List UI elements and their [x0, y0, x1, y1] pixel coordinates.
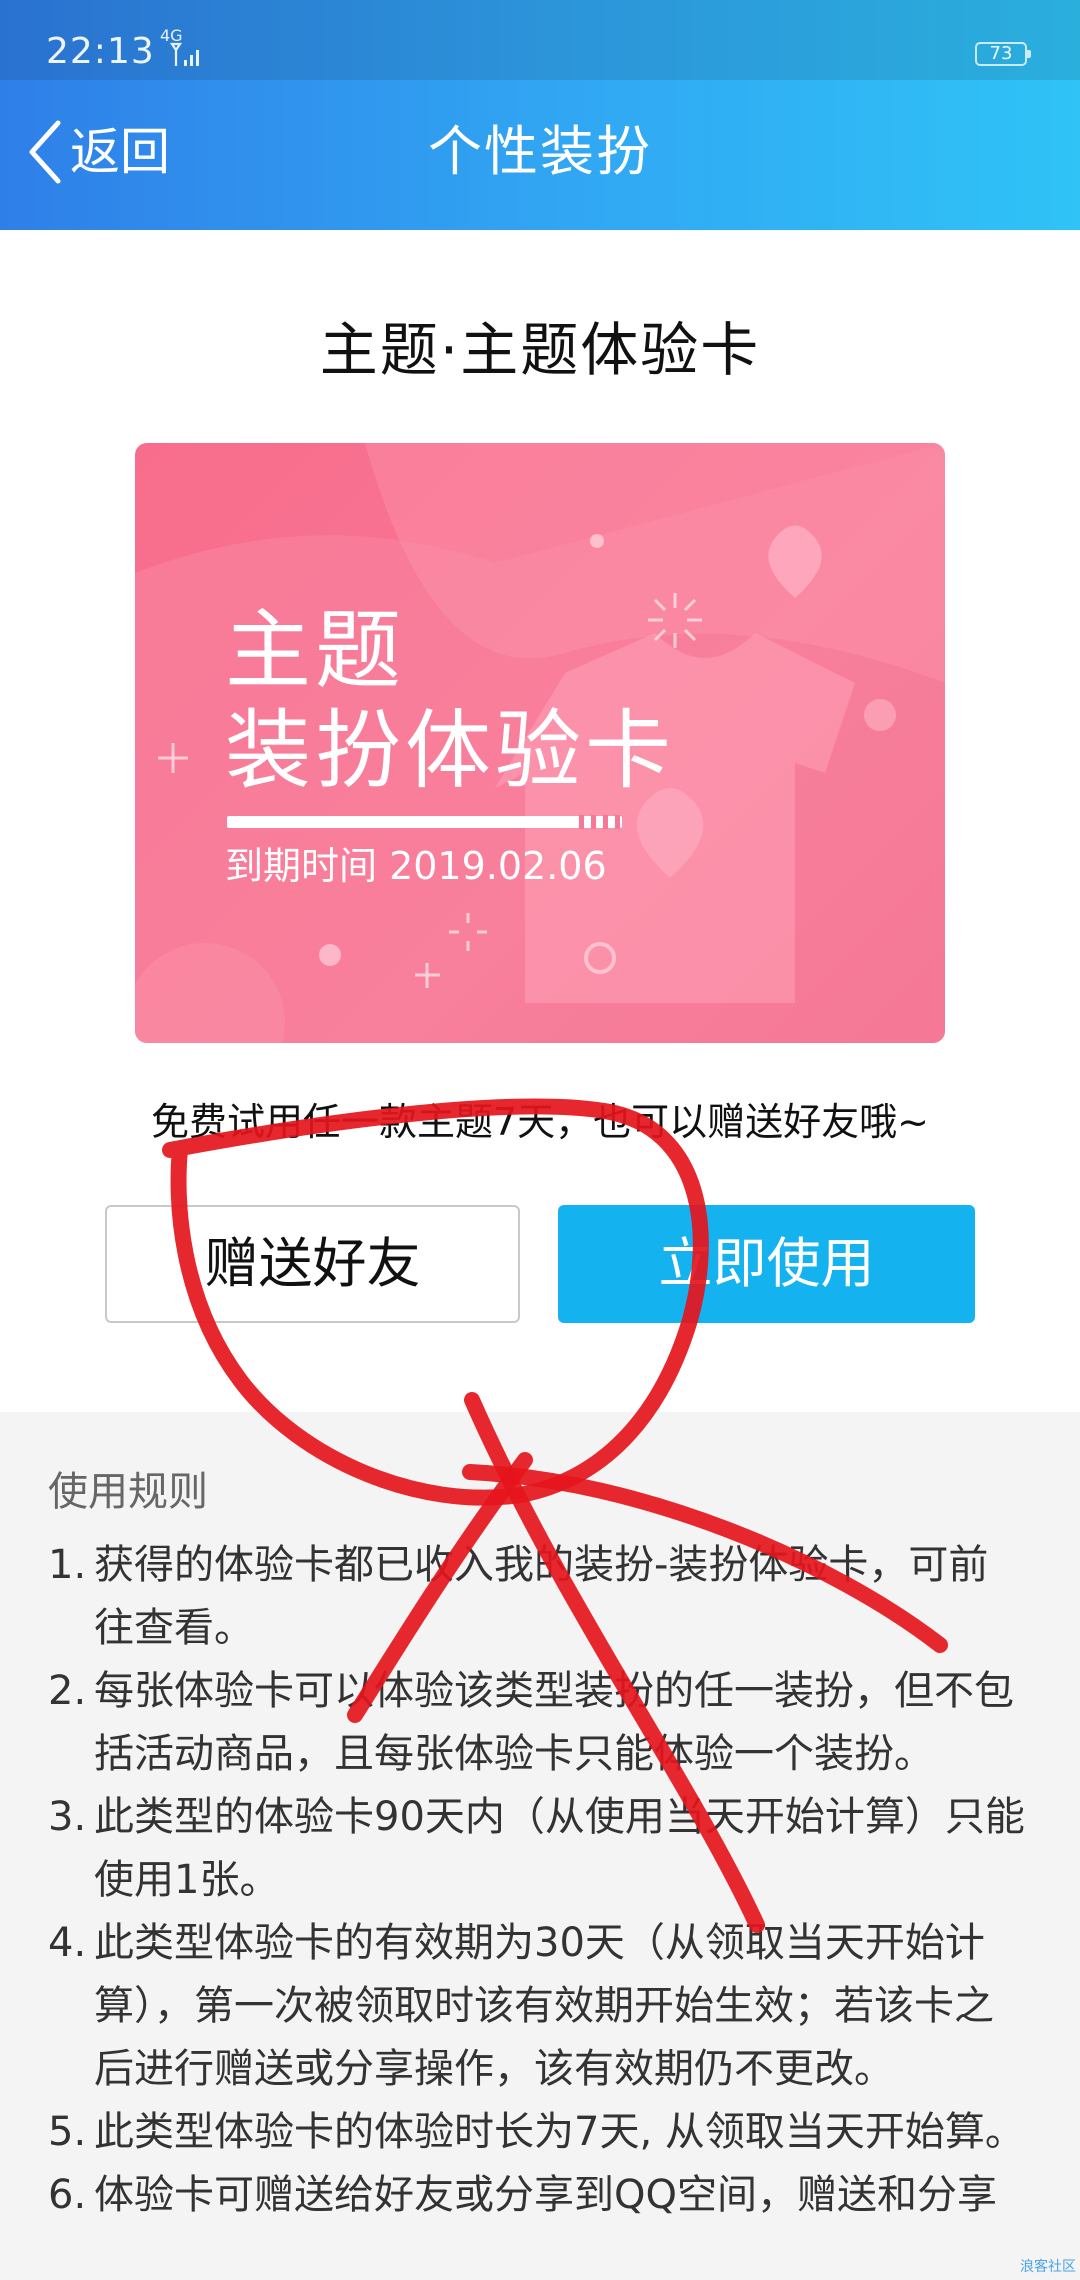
card-expiry-date: 到期时间 2019.02.06: [225, 844, 607, 888]
rule-number: 3.: [48, 1794, 87, 1840]
rule-text: 此类型体验卡的体验时长为7天, 从领取当天开始算。: [94, 2109, 1025, 2155]
page-title: 个性装扮: [428, 120, 652, 183]
signal-icon: [170, 42, 199, 66]
rule-number: 5.: [48, 2109, 87, 2155]
header: 22:13 4G 73 返回 个性装扮: [0, 0, 1080, 230]
rule-number: 1.: [48, 1542, 87, 1588]
rule-text: 此类型的体验卡90天内（从使用当天开始计算）只能使用1张。: [94, 1794, 1025, 1903]
gift-friend-button[interactable]: 赠送好友: [105, 1205, 520, 1323]
rules-title: 使用规则: [48, 1469, 208, 1515]
rule-number: 2.: [48, 1668, 87, 1714]
rule-item: 1. 获得的体验卡都已收入我的装扮-装扮体验卡，可前往查看。: [48, 1534, 1028, 1660]
rule-text: 此类型体验卡的有效期为30天（从领取当天开始计算），第一次被领取时该有效期开始生…: [94, 1920, 994, 2092]
rule-text: 体验卡可赠送给好友或分享到QQ空间，赠送和分享: [94, 2172, 997, 2218]
rule-item: 4. 此类型体验卡的有效期为30天（从领取当天开始计算），第一次被领取时该有效期…: [48, 1912, 1028, 2101]
status-bar: 22:13 4G 73: [0, 0, 1080, 80]
card-description: 免费试用任一款主题7天，也可以赠送好友哦~: [150, 1100, 930, 1144]
usage-rules-section: 使用规则 1. 获得的体验卡都已收入我的装扮-装扮体验卡，可前往查看。 2. 每…: [0, 1412, 1080, 2280]
card-name-line2: 装扮体验卡: [225, 701, 675, 801]
card-name-line1: 主题: [225, 601, 405, 701]
battery-icon: 73: [975, 42, 1031, 66]
rule-number: 6.: [48, 2172, 87, 2218]
rule-number: 4.: [48, 1920, 87, 1966]
rule-item: 3. 此类型的体验卡90天内（从使用当天开始计算）只能使用1张。: [48, 1786, 1028, 1912]
card-progress-bar: [227, 815, 622, 829]
rule-text: 每张体验卡可以体验该类型装扮的任一装扮，但不包括活动商品，且每张体验卡只能体验一…: [94, 1668, 1014, 1777]
status-time: 22:13: [46, 31, 155, 72]
use-now-button[interactable]: 立即使用: [558, 1205, 975, 1323]
rule-item: 5. 此类型体验卡的体验时长为7天, 从领取当天开始算。: [48, 2101, 1028, 2164]
card-title: 主题·主题体验卡: [319, 316, 761, 384]
watermark: 浪客社区: [1020, 2259, 1076, 2275]
rule-text: 获得的体验卡都已收入我的装扮-装扮体验卡，可前往查看。: [94, 1542, 989, 1651]
theme-card-image: 主题 装扮体验卡 到期时间 2019.02.06: [135, 443, 945, 1043]
rules-list: 1. 获得的体验卡都已收入我的装扮-装扮体验卡，可前往查看。 2. 每张体验卡可…: [48, 1534, 1028, 2227]
rule-item: 2. 每张体验卡可以体验该类型装扮的任一装扮，但不包括活动商品，且每张体验卡只能…: [48, 1660, 1028, 1786]
rule-item: 6. 体验卡可赠送给好友或分享到QQ空间，赠送和分享: [48, 2164, 1028, 2227]
